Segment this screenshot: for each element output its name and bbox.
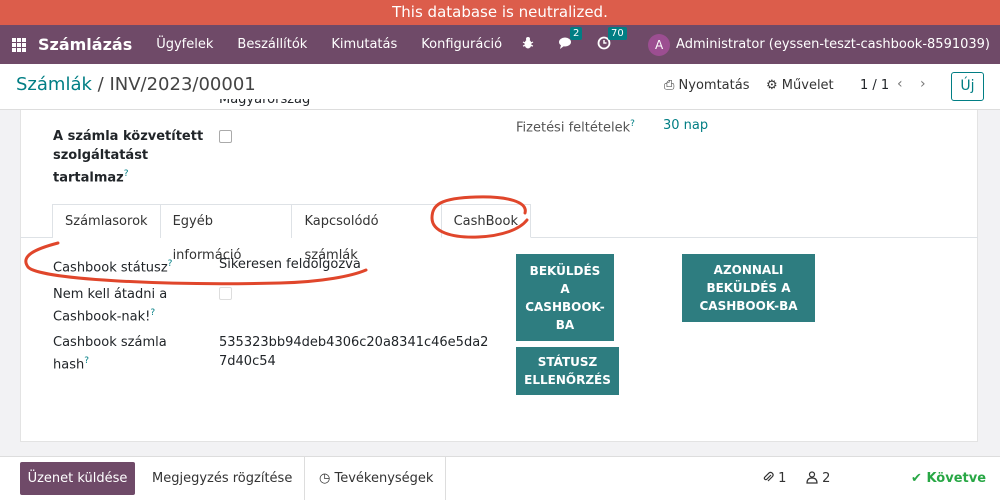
paperclip-icon (762, 471, 778, 486)
send-message-button[interactable]: Üzenet küldése (20, 462, 135, 495)
tab-related-invoices[interactable]: Kapcsolódó számlák (291, 204, 442, 263)
no-transfer-checkbox[interactable] (219, 287, 232, 300)
tab-other-info[interactable]: Egyéb információ (159, 204, 293, 263)
top-navbar: Számlázás Ügyfelek Beszállítók Kimutatás… (0, 25, 1000, 64)
chatter-bar: Üzenet küldése Megjegyzés rögzítése ◷ Te… (0, 456, 1000, 500)
menu-reporting[interactable]: Kimutatás (331, 37, 397, 52)
chatter-divider (304, 457, 305, 500)
checkmark-icon: ✔ (911, 471, 922, 486)
intermediated-services-checkbox[interactable] (219, 130, 232, 143)
breadcrumb-current: INV/2023/00001 (109, 74, 256, 95)
instant-send-button[interactable]: AZONNALI BEKÜLDÉS A CASHBOOK-BA (682, 254, 815, 322)
breadcrumb-separator: / (97, 74, 104, 95)
avatar[interactable]: A (648, 33, 671, 56)
user-menu[interactable]: Administrator (eyssen-teszt-cashbook-859… (676, 37, 990, 52)
hash-value: 535323bb94deb4306c20a8341c46e5da2 7d40c5… (219, 335, 489, 369)
chatter-divider (445, 457, 446, 500)
payment-terms-label: Fizetési feltételek? (516, 119, 635, 136)
cashbook-status-value: Sikeresen feldolgozva (219, 257, 361, 272)
menu-vendors[interactable]: Beszállítók (237, 37, 307, 52)
print-button[interactable]: ⎙ Nyomtatás (664, 78, 749, 93)
menu-customers[interactable]: Ügyfelek (156, 37, 213, 52)
cutoff-country-value: Magyarország (219, 99, 311, 107)
chevron-right-icon[interactable]: › (920, 76, 926, 92)
attachments-button[interactable]: 1 (762, 462, 786, 495)
breadcrumb-invoices[interactable]: Számlák (16, 74, 92, 95)
no-transfer-label: Nem kell átadni a Cashbook-nak!? (53, 287, 168, 325)
notebook-tabs: Számlasorok Egyéb információ Kapcsolódó … (52, 204, 531, 263)
messages-badge: 2 (570, 26, 583, 40)
apps-menu-icon[interactable] (12, 37, 26, 52)
cashbook-status-label: Cashbook státusz? (53, 259, 173, 276)
control-panel: Számlák / INV/2023/00001 ⎙ Nyomtatás ⚙ M… (0, 64, 1000, 110)
gear-icon: ⚙ (766, 78, 778, 93)
breadcrumb: Számlák / INV/2023/00001 (16, 74, 256, 95)
follow-button[interactable]: ✔ Követve (911, 462, 986, 495)
clock-icon: ◷ (319, 471, 331, 486)
printer-icon: ⎙ (664, 78, 675, 93)
menu-configuration[interactable]: Konfiguráció (421, 37, 502, 52)
send-to-cashbook-button[interactable]: BEKÜLDÉS A CASHBOOK- BA (516, 254, 614, 341)
neutralized-banner: This database is neutralized. (0, 0, 1000, 25)
activities-button[interactable]: ◷ Tevékenységek (319, 462, 433, 495)
intermediated-services-label: A számla közvetített szolgáltatást tarta… (53, 129, 204, 186)
tab-cashbook[interactable]: CashBook (440, 204, 531, 238)
tab-invoice-lines[interactable]: Számlasorok (52, 204, 161, 238)
activity-clock-icon[interactable]: 70 (592, 26, 627, 54)
followers-button[interactable]: 2 (806, 462, 830, 495)
app-name[interactable]: Számlázás (38, 35, 132, 54)
activities-badge: 70 (608, 26, 627, 40)
messages-icon[interactable]: 2 (554, 26, 583, 54)
hash-label: Cashbook számla hash? (53, 335, 167, 373)
log-note-button[interactable]: Megjegyzés rögzítése (152, 462, 292, 495)
status-check-button[interactable]: STÁTUSZ ELLENŐRZÉS (516, 347, 619, 395)
pager-value[interactable]: 1 / 1 (860, 78, 889, 93)
chevron-left-icon[interactable]: ‹ (897, 76, 903, 92)
new-button[interactable]: Új (951, 72, 984, 101)
action-button[interactable]: ⚙ Művelet (766, 78, 834, 93)
user-icon (806, 471, 822, 486)
bug-icon[interactable] (516, 36, 540, 54)
payment-terms-value[interactable]: 30 nap (663, 116, 708, 135)
